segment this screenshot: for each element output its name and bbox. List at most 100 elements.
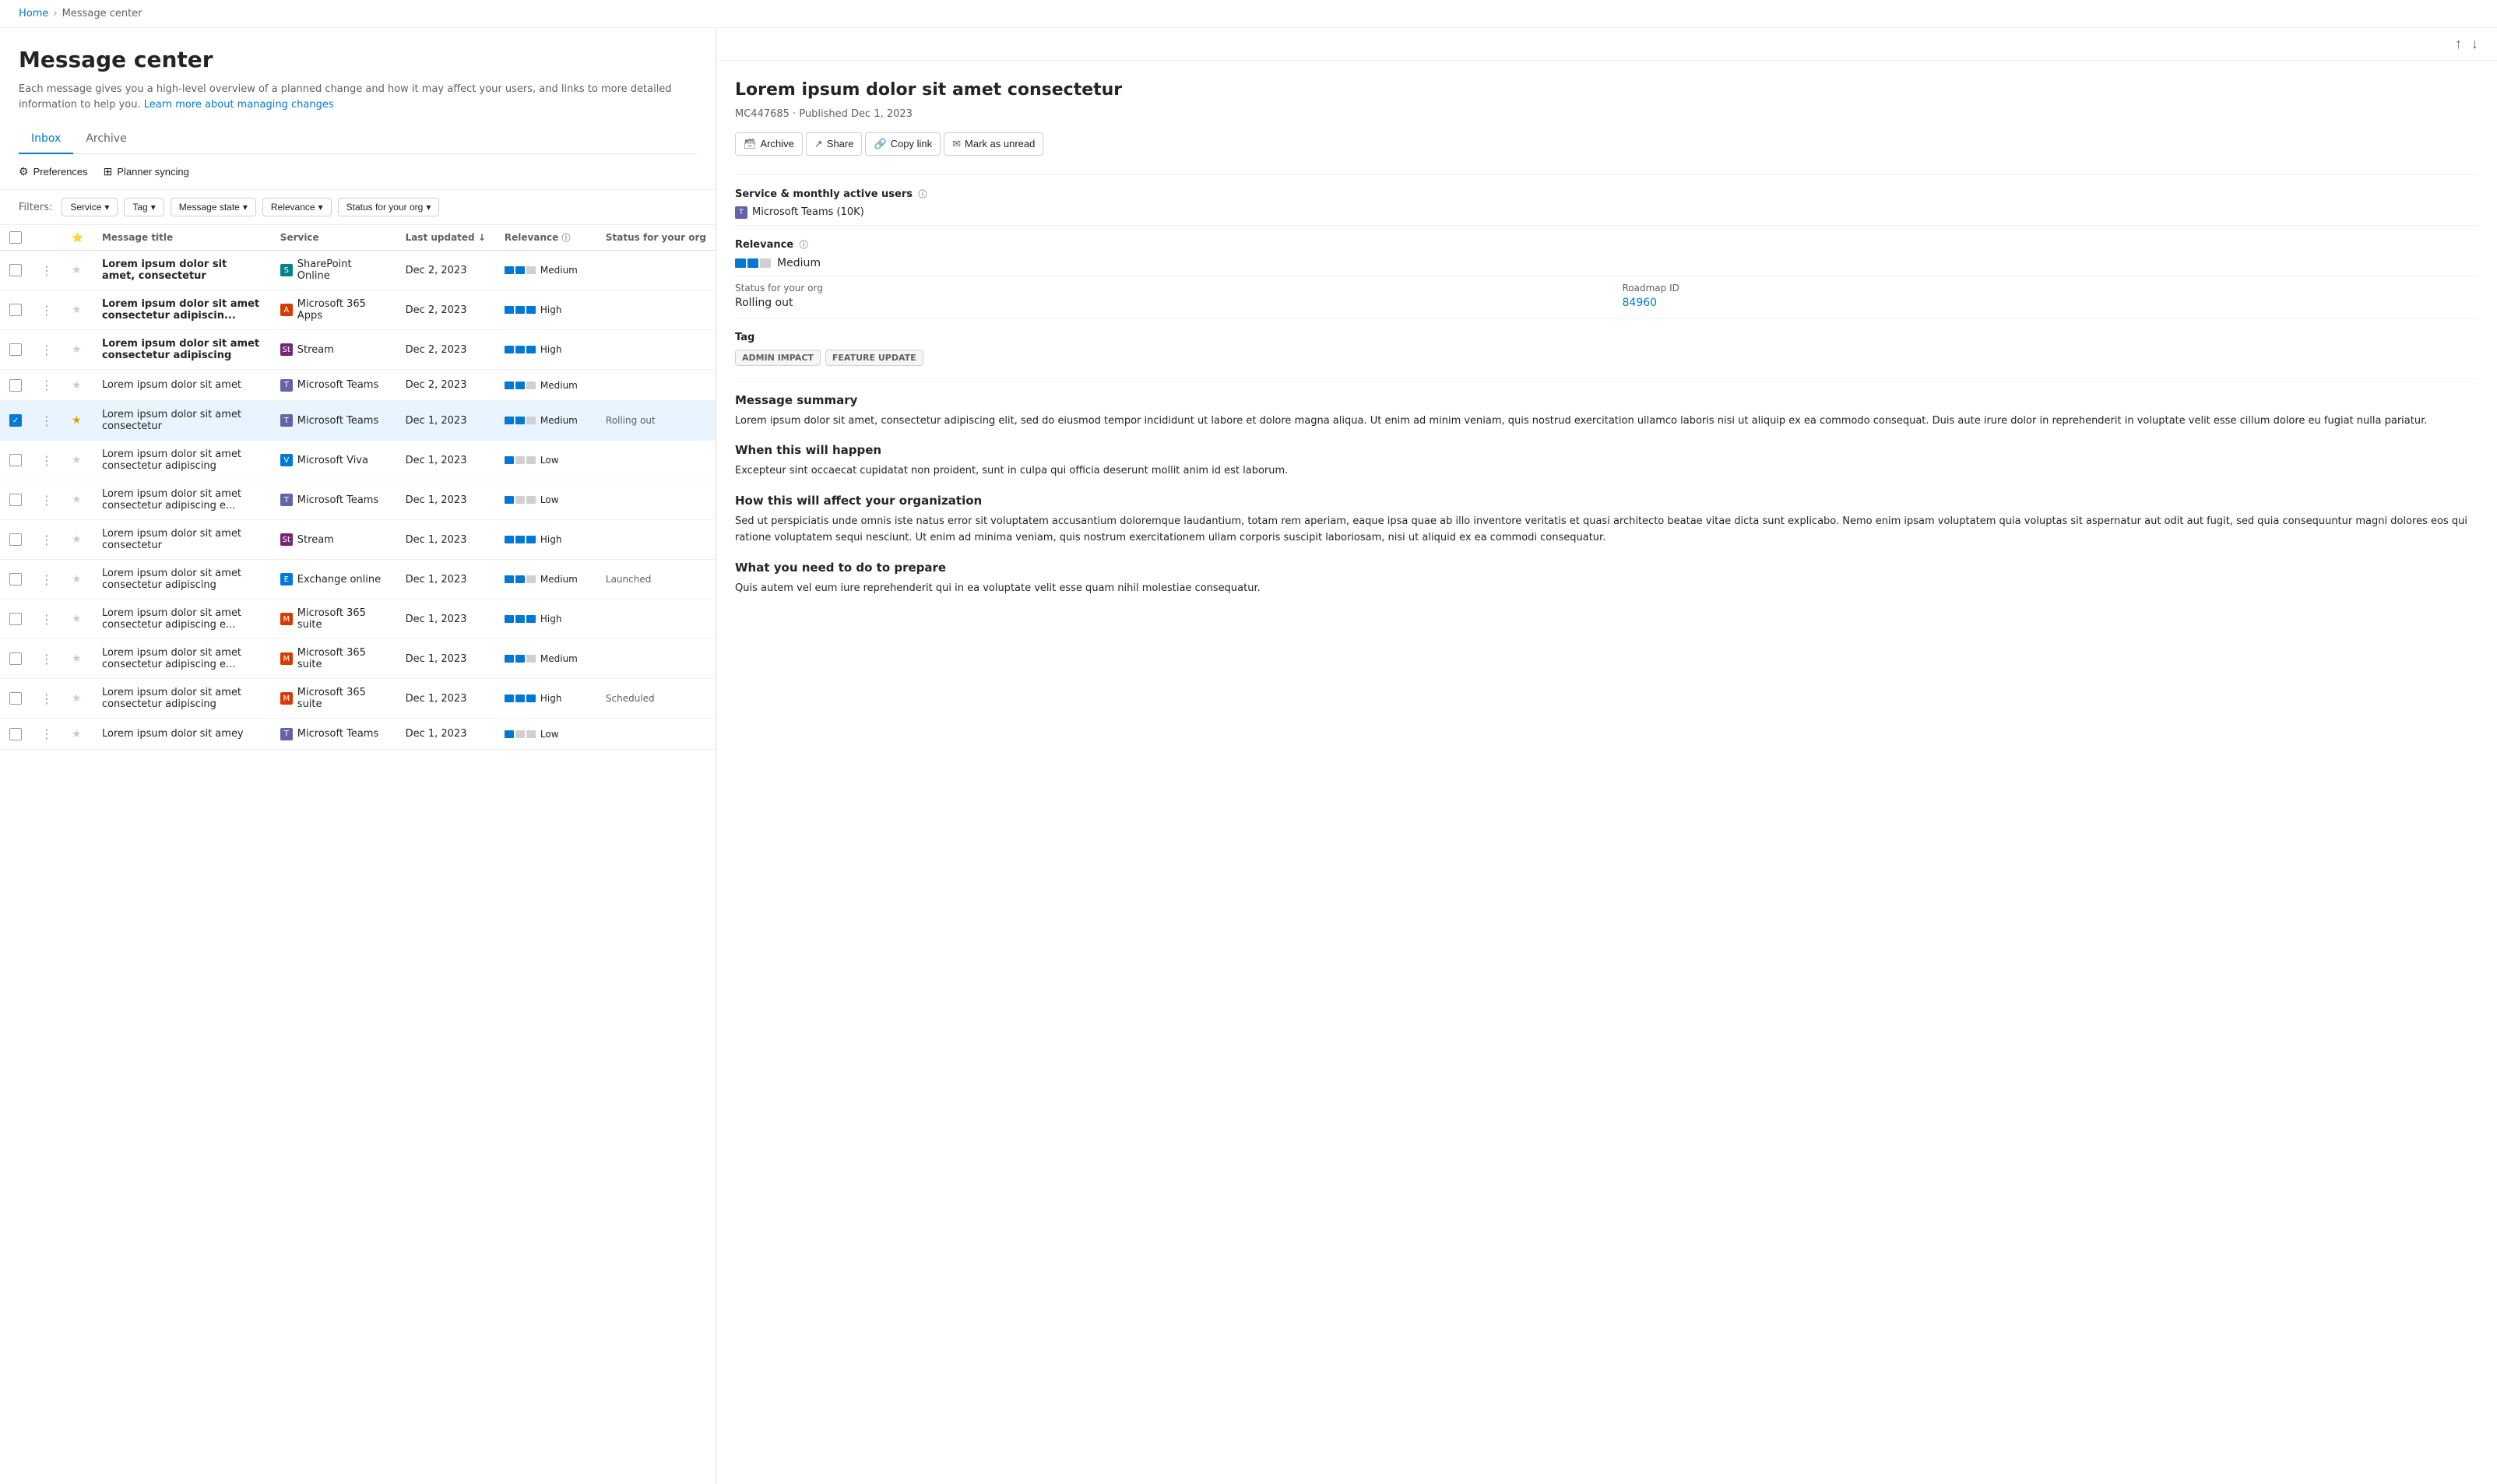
row-menu-button[interactable]: ⋮ [40, 572, 53, 587]
row-star[interactable]: ★ [72, 652, 82, 665]
filter-tag[interactable]: Tag ▾ [124, 198, 164, 216]
filters-label: Filters: [19, 202, 52, 213]
row-menu-button[interactable]: ⋮ [40, 726, 53, 741]
row-checkbox[interactable] [9, 573, 22, 586]
archive-button[interactable]: 🗃 Archive [735, 132, 803, 156]
row-relevance: Medium [505, 380, 587, 391]
col-header-title: Message title [93, 225, 271, 251]
mark-unread-button[interactable]: ✉ Mark as unread [944, 132, 1043, 156]
preferences-button[interactable]: ⚙ Preferences [19, 165, 88, 178]
row-star[interactable]: ★ [72, 728, 82, 740]
row-date: Dec 1, 2023 [396, 401, 495, 441]
row-menu-button[interactable]: ⋮ [40, 453, 53, 468]
row-checkbox[interactable] [9, 454, 22, 466]
share-button[interactable]: ↗ Share [806, 132, 863, 156]
row-status: Scheduled [606, 693, 655, 704]
row-relevance: High [505, 614, 587, 624]
filter-status-for-org[interactable]: Status for your org ▾ [338, 198, 440, 216]
table-row[interactable]: ⋮ ★ Lorem ipsum dolor sit amet consectetur… [0, 290, 716, 330]
breadcrumb-home[interactable]: Home [19, 8, 48, 19]
row-checkbox[interactable] [9, 264, 22, 276]
col-header-menu [31, 225, 62, 251]
row-checkbox[interactable] [9, 613, 22, 625]
row-star[interactable]: ★ [72, 414, 82, 427]
row-menu-button[interactable]: ⋮ [40, 378, 53, 392]
row-menu-button[interactable]: ⋮ [40, 343, 53, 357]
row-checkbox[interactable] [9, 692, 22, 705]
toolbar: ⚙ Preferences ⊞ Planner syncing [0, 154, 716, 190]
info-icon: ⓘ [561, 233, 570, 243]
row-star[interactable]: ★ [72, 494, 82, 506]
tab-archive[interactable]: Archive [73, 125, 139, 154]
table-row[interactable]: ⋮★Lorem ipsum dolor sit ametTMicrosoft T… [0, 370, 716, 401]
table-row[interactable]: ⋮★Lorem ipsum dolor sit amet consectetur… [0, 560, 716, 600]
col-header-date[interactable]: Last updated ↓ [396, 225, 495, 251]
planner-syncing-button[interactable]: ⊞ Planner syncing [104, 165, 189, 178]
row-service: AMicrosoft 365 Apps [280, 298, 387, 322]
row-checkbox[interactable] [9, 494, 22, 506]
row-title: Lorem ipsum dolor sit amet consectetur a… [102, 488, 241, 512]
filter-message-state[interactable]: Message state ▾ [171, 198, 256, 216]
row-menu-button[interactable]: ⋮ [40, 691, 53, 706]
row-title: Lorem ipsum dolor sit amet consectetur [102, 409, 241, 432]
service-section-label: Service & monthly active users ⓘ [735, 188, 2478, 200]
row-star[interactable]: ★ [72, 304, 82, 316]
table-row[interactable]: ⋮ ★ Lorem ipsum dolor sit amet consectetur… [0, 679, 716, 719]
nav-up-button[interactable]: ↑ [2455, 36, 2462, 52]
sync-icon: ⊞ [104, 165, 113, 178]
row-checkbox[interactable] [9, 728, 22, 740]
row-menu-button[interactable]: ⋮ [40, 533, 53, 547]
table-row[interactable]: ⋮★Lorem ipsum dolor sit amet consectetur… [0, 520, 716, 560]
table-row[interactable]: ⋮ ★ Lorem ipsum dolor sit amet consectetur… [0, 480, 716, 520]
row-date: Dec 1, 2023 [396, 520, 495, 560]
row-star[interactable]: ★ [72, 613, 82, 625]
row-star[interactable]: ★ [72, 573, 82, 586]
row-menu-button[interactable]: ⋮ [40, 413, 53, 428]
row-title: Lorem ipsum dolor sit amet consectetur a… [102, 687, 241, 710]
status-roadmap-row: Status for your org Rolling out Roadmap … [735, 283, 2478, 309]
row-checkbox[interactable] [9, 652, 22, 665]
link-icon: 🔗 [874, 138, 886, 150]
table-row[interactable]: ⋮★Lorem ipsum dolor sit amet consectetur… [0, 600, 716, 639]
table-row[interactable]: ⋮★Lorem ipsum dolor sit amet consectetur… [0, 441, 716, 480]
table-row[interactable]: ✓ ⋮ ★ Lorem ipsum dolor sit amet consectetu… [0, 401, 716, 441]
row-menu-button[interactable]: ⋮ [40, 493, 53, 508]
roadmap-value[interactable]: 84960 [1623, 297, 2479, 309]
row-date: Dec 1, 2023 [396, 719, 495, 750]
row-checkbox[interactable] [9, 304, 22, 316]
filter-relevance[interactable]: Relevance ▾ [262, 198, 332, 216]
row-menu-button[interactable]: ⋮ [40, 652, 53, 666]
table-row[interactable]: ⋮★Lorem ipsum dolor sit ameyTMicrosoft T… [0, 719, 716, 750]
learn-more-link[interactable]: Learn more about managing changes [144, 99, 334, 111]
row-star[interactable]: ★ [72, 264, 82, 276]
tag-row: ADMIN IMPACT FEATURE UPDATE [735, 350, 2478, 366]
row-relevance: Low [505, 494, 587, 505]
table-row[interactable]: ⋮★Lorem ipsum dolor sit amet consectetur… [0, 330, 716, 370]
service-icon: M [280, 652, 293, 665]
nav-down-button[interactable]: ↓ [2471, 36, 2478, 52]
row-star[interactable]: ★ [72, 454, 82, 466]
row-star[interactable]: ★ [72, 343, 82, 356]
row-checkbox[interactable] [9, 533, 22, 546]
table-row[interactable]: ⋮★Lorem ipsum dolor sit amet, consectetu… [0, 251, 716, 290]
tab-inbox[interactable]: Inbox [19, 125, 73, 154]
table-row[interactable]: ⋮★Lorem ipsum dolor sit amet consectetur… [0, 639, 716, 679]
row-checkbox[interactable] [9, 379, 22, 392]
filter-service[interactable]: Service ▾ [62, 198, 118, 216]
message-table: ⭐ Message title Service Last updated ↓ R… [0, 225, 716, 750]
roadmap-label: Roadmap ID [1623, 283, 2479, 294]
row-star[interactable]: ★ [72, 533, 82, 546]
row-title: Lorem ipsum dolor sit amet consectetur a… [102, 298, 259, 322]
select-all-checkbox[interactable] [9, 231, 22, 244]
affect-heading: How this will affect your organization [735, 494, 2478, 508]
row-menu-button[interactable]: ⋮ [40, 263, 53, 278]
row-menu-button[interactable]: ⋮ [40, 612, 53, 627]
row-menu-button[interactable]: ⋮ [40, 303, 53, 318]
row-star[interactable]: ★ [72, 692, 82, 705]
row-checkbox[interactable]: ✓ [9, 414, 22, 427]
detail-meta: MC447685 · Published Dec 1, 2023 [735, 108, 2478, 120]
row-checkbox[interactable] [9, 343, 22, 356]
row-star[interactable]: ★ [72, 379, 82, 392]
left-header: Message center Each message gives you a … [0, 28, 716, 125]
copy-link-button[interactable]: 🔗 Copy link [865, 132, 941, 156]
